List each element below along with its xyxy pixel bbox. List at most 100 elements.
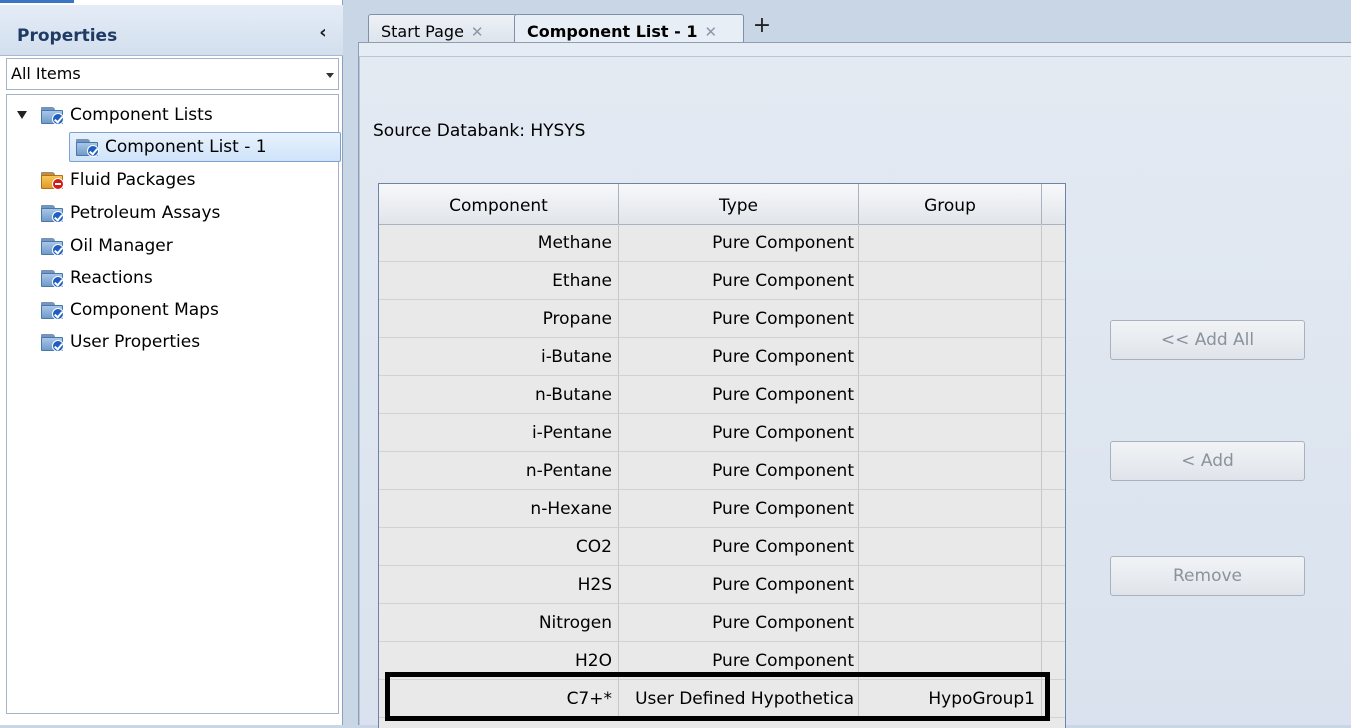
cell-component[interactable]: CO2 (379, 528, 619, 566)
folder-check-icon (40, 204, 66, 223)
table-row[interactable]: n-Butane Pure Component (379, 376, 1065, 414)
filter-dropdown[interactable]: All Items (6, 58, 339, 90)
folder-check-icon (40, 301, 66, 320)
tree-item-oil-manager[interactable]: Oil Manager (40, 232, 173, 260)
cell-type[interactable]: Pure Component (619, 566, 859, 604)
column-header-component[interactable]: Component (379, 184, 619, 224)
cell-filler (1042, 224, 1065, 262)
cell-group[interactable] (859, 490, 1042, 528)
tree-item-label: User Properties (70, 332, 201, 352)
cell-component[interactable]: i-Pentane (379, 414, 619, 452)
cell-component[interactable]: Ethane (379, 262, 619, 300)
cell-group[interactable] (859, 262, 1042, 300)
cell-group[interactable] (859, 604, 1042, 642)
tree-item-label: Component Maps (70, 300, 219, 320)
close-icon[interactable]: ✕ (471, 23, 484, 41)
table-row[interactable]: i-Butane Pure Component (379, 338, 1065, 376)
cell-component[interactable]: Nitrogen (379, 604, 619, 642)
cell-filler (1042, 604, 1065, 642)
properties-header: Properties ‹ (0, 5, 343, 56)
tree-item-label: Reactions (70, 268, 153, 288)
cell-group[interactable] (859, 300, 1042, 338)
folder-check-icon (40, 106, 66, 125)
tree-item-fluid-packages[interactable]: Fluid Packages (40, 166, 196, 194)
cell-group[interactable] (859, 224, 1042, 262)
table-row[interactable]: Propane Pure Component (379, 300, 1065, 338)
table-header: Component Type Group (379, 184, 1065, 225)
folder-error-icon (40, 171, 66, 190)
cell-group[interactable] (859, 566, 1042, 604)
cell-group[interactable] (859, 528, 1042, 566)
properties-pane: Properties ‹ All Items Component Lists C… (0, 0, 343, 725)
cell-type[interactable]: Pure Component (619, 604, 859, 642)
cell-component[interactable]: Methane (379, 224, 619, 262)
tree-item-label: Petroleum Assays (70, 203, 221, 223)
cell-filler (1042, 414, 1065, 452)
table-row[interactable]: H2S Pure Component (379, 566, 1065, 604)
cell-filler (1042, 338, 1065, 376)
cell-filler (1042, 566, 1065, 604)
cell-type[interactable]: Pure Component (619, 414, 859, 452)
cell-group[interactable] (859, 338, 1042, 376)
cell-type[interactable]: Pure Component (619, 376, 859, 414)
cell-filler (1042, 528, 1065, 566)
tree-item-component-list-1[interactable]: Component List - 1 (69, 132, 341, 162)
cell-filler (1042, 262, 1065, 300)
folder-check-icon (40, 269, 66, 288)
collapse-pane-button[interactable]: ‹ (313, 22, 333, 44)
table-row[interactable]: Nitrogen Pure Component (379, 604, 1065, 642)
tab-label: Component List - 1 (527, 22, 698, 41)
properties-title: Properties (17, 26, 118, 46)
new-tab-button[interactable]: + (751, 15, 773, 39)
chevron-down-icon (326, 73, 334, 78)
table-row[interactable]: Methane Pure Component (379, 224, 1065, 262)
expand-triangle-icon[interactable] (17, 111, 27, 119)
cell-type[interactable]: Pure Component (619, 300, 859, 338)
remove-button[interactable]: Remove (1110, 556, 1305, 596)
cell-component[interactable]: n-Pentane (379, 452, 619, 490)
cell-type[interactable]: Pure Component (619, 528, 859, 566)
tree-item-reactions[interactable]: Reactions (40, 264, 153, 292)
close-icon[interactable]: ✕ (704, 23, 717, 41)
column-header-type[interactable]: Type (619, 184, 859, 224)
tree-item-label: Component List - 1 (105, 137, 267, 157)
table-row[interactable]: n-Hexane Pure Component (379, 490, 1065, 528)
cell-group[interactable] (859, 452, 1042, 490)
add-button[interactable]: < Add (1110, 441, 1305, 481)
add-all-button[interactable]: << Add All (1110, 320, 1305, 360)
cell-type[interactable]: Pure Component (619, 338, 859, 376)
cell-component[interactable]: i-Butane (379, 338, 619, 376)
tree-item-petroleum-assays[interactable]: Petroleum Assays (40, 199, 220, 227)
table-row[interactable]: i-Pentane Pure Component (379, 414, 1065, 452)
cell-filler (1042, 452, 1065, 490)
folder-check-icon (40, 237, 66, 256)
source-databank-label: Source Databank: HYSYS (373, 121, 586, 141)
document-tabstrip: Start Page ✕ Component List - 1 ✕ + (346, 8, 1351, 48)
navigation-tree: Component Lists Component List - 1 Fluid… (6, 94, 341, 714)
tree-item-label: Component Lists (70, 105, 213, 125)
tree-item-component-lists[interactable]: Component Lists (40, 101, 213, 129)
filter-selected-value: All Items (11, 64, 81, 83)
cell-type[interactable]: Pure Component (619, 452, 859, 490)
tree-item-user-properties[interactable]: User Properties (40, 328, 200, 356)
folder-check-icon (40, 333, 66, 352)
table-row[interactable]: CO2 Pure Component (379, 528, 1065, 566)
cell-type[interactable]: Pure Component (619, 490, 859, 528)
component-table: Component Type Group Methane Pure Compon… (378, 183, 1066, 728)
cell-type[interactable]: Pure Component (619, 262, 859, 300)
tab-label: Start Page (381, 22, 464, 41)
cell-type[interactable]: Pure Component (619, 224, 859, 262)
table-row[interactable]: Ethane Pure Component (379, 262, 1065, 300)
column-header-group[interactable]: Group (859, 184, 1042, 224)
cell-group[interactable] (859, 376, 1042, 414)
cell-component[interactable]: H2S (379, 566, 619, 604)
cell-component[interactable]: n-Butane (379, 376, 619, 414)
cell-group[interactable] (859, 414, 1042, 452)
cell-component[interactable]: n-Hexane (379, 490, 619, 528)
table-row[interactable]: n-Pentane Pure Component (379, 452, 1065, 490)
cell-component[interactable]: Propane (379, 300, 619, 338)
tree-item-component-maps[interactable]: Component Maps (40, 296, 219, 324)
cell-filler (1042, 490, 1065, 528)
cell-filler (1042, 376, 1065, 414)
tree-item-label: Fluid Packages (70, 170, 196, 190)
